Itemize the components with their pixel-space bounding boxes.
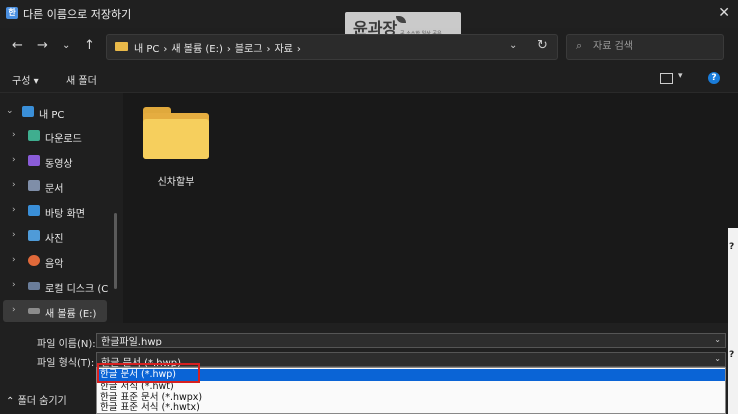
sidebar-item-label: 바탕 화면 bbox=[45, 209, 85, 220]
filename-field[interactable]: ⌄ bbox=[96, 333, 726, 348]
breadcrumb-item[interactable]: 자료 bbox=[274, 44, 292, 55]
sidebar-item-desktop[interactable]: › 바탕 화면 bbox=[0, 200, 116, 222]
view-chevron-down-icon[interactable]: ▾ bbox=[678, 71, 683, 81]
chevron-down-icon[interactable]: ⌄ bbox=[714, 354, 721, 363]
highlight-annotation-box bbox=[97, 363, 200, 383]
recent-chevron-down-icon[interactable]: ⌄ bbox=[62, 40, 70, 51]
chevron-right-icon[interactable]: › bbox=[12, 230, 16, 240]
sidebar-scrollbar[interactable] bbox=[114, 213, 117, 289]
command-toolbar: 구성 ▾ 새 폴더 ▾ ? bbox=[0, 66, 738, 93]
new-folder-button[interactable]: 새 폴더 bbox=[66, 72, 97, 87]
breadcrumb-separator[interactable]: › bbox=[227, 44, 231, 55]
navigation-bar: ← → ⌄ ↑ 내 PC › 새 볼륨 (E:) › 블로그 › 자료 › ⌄ ↻ ⌕ bbox=[0, 30, 738, 62]
organize-button[interactable]: 구성 ▾ bbox=[12, 72, 39, 87]
sidebar-item-this-pc[interactable]: ⌄ 내 PC bbox=[0, 101, 116, 123]
breadcrumb-separator[interactable]: › bbox=[163, 44, 167, 55]
back-arrow-icon[interactable]: ← bbox=[12, 38, 23, 53]
breadcrumb-item[interactable]: 블로그 bbox=[235, 44, 263, 55]
sidebar-item-pictures[interactable]: › 사진 bbox=[0, 225, 116, 247]
sidebar-item-label: 내 PC bbox=[39, 110, 65, 121]
refresh-icon[interactable]: ↻ bbox=[537, 38, 548, 53]
sidebar-item-label: 다운로드 bbox=[45, 134, 82, 145]
sidebar-item-local-disk-c[interactable]: › 로컬 디스크 (C bbox=[0, 275, 116, 297]
forward-arrow-icon[interactable]: → bbox=[37, 38, 48, 53]
leaf-icon bbox=[396, 16, 406, 23]
hide-folders-button[interactable]: ⌃ 폴더 숨기기 bbox=[6, 392, 67, 407]
filetype-label: 파일 형식(T): bbox=[37, 358, 95, 369]
hwp-app-icon: 한 bbox=[6, 7, 18, 19]
sidebar-item-downloads[interactable]: › 다운로드 bbox=[0, 125, 116, 147]
chevron-right-icon[interactable]: › bbox=[12, 255, 16, 265]
sidebar-item-new-volume-e[interactable]: › 새 볼륨 (E:) bbox=[3, 300, 107, 322]
drive-icon bbox=[28, 282, 40, 290]
filename-input[interactable] bbox=[101, 335, 601, 346]
sidebar-item-label: 동영상 bbox=[45, 159, 73, 170]
breadcrumb-item[interactable]: 내 PC bbox=[134, 44, 159, 55]
chevron-right-icon[interactable]: › bbox=[12, 280, 16, 290]
view-mode-icon[interactable] bbox=[660, 73, 673, 84]
hide-folders-label: 폴더 숨기기 bbox=[17, 396, 67, 407]
breadcrumb-item[interactable]: 새 볼륨 (E:) bbox=[171, 44, 222, 55]
search-box[interactable]: ⌕ bbox=[566, 34, 724, 60]
breadcrumb-separator[interactable]: › bbox=[266, 44, 270, 55]
search-input[interactable] bbox=[593, 39, 713, 53]
sidebar-item-label: 새 볼륨 (E:) bbox=[45, 309, 97, 320]
background-glyph: ? bbox=[729, 350, 735, 360]
navigation-pane: ⌄ 내 PC › 다운로드 › 동영상 › 문서 › 바탕 화면 › 사진 › … bbox=[0, 93, 122, 323]
sidebar-item-label: 로컬 디스크 (C bbox=[45, 284, 109, 295]
sidebar-item-label: 음악 bbox=[45, 259, 64, 270]
filetype-option-hwtx[interactable]: 한글 표준 서식 (*.hwtx) bbox=[97, 402, 725, 414]
up-arrow-icon[interactable]: ↑ bbox=[84, 38, 95, 53]
download-icon bbox=[28, 130, 40, 141]
chevron-right-icon[interactable]: › bbox=[12, 305, 16, 315]
address-bar[interactable]: 내 PC › 새 볼륨 (E:) › 블로그 › 자료 › ⌄ ↻ bbox=[106, 34, 558, 60]
breadcrumb: 내 PC › 새 볼륨 (E:) › 블로그 › 자료 › bbox=[134, 40, 305, 55]
search-icon: ⌕ bbox=[576, 39, 583, 52]
video-icon bbox=[28, 155, 40, 166]
picture-icon bbox=[28, 230, 40, 241]
desktop-icon bbox=[28, 205, 40, 216]
sidebar-item-videos[interactable]: › 동영상 bbox=[0, 150, 116, 172]
background-glyph: ? bbox=[729, 242, 735, 252]
folder-icon bbox=[115, 42, 128, 51]
folder-name[interactable]: 신차할부 bbox=[143, 173, 209, 188]
pc-icon bbox=[22, 106, 34, 117]
chevron-down-icon[interactable]: ⌄ bbox=[714, 335, 721, 344]
document-icon bbox=[28, 180, 40, 191]
close-icon[interactable]: ✕ bbox=[718, 5, 730, 21]
chevron-right-icon[interactable]: › bbox=[12, 130, 16, 140]
sidebar-item-music[interactable]: › 음악 bbox=[0, 250, 116, 272]
address-chevron-down-icon[interactable]: ⌄ bbox=[509, 40, 517, 51]
window-title: 다른 이름으로 저장하기 bbox=[23, 8, 132, 21]
drive-icon bbox=[28, 308, 40, 314]
sidebar-item-label: 사진 bbox=[45, 234, 64, 245]
chevron-right-icon[interactable]: › bbox=[12, 205, 16, 215]
chevron-right-icon[interactable]: › bbox=[12, 155, 16, 165]
file-list-area: 신차할부 bbox=[123, 93, 738, 323]
help-icon[interactable]: ? bbox=[708, 72, 720, 84]
sidebar-item-label: 문서 bbox=[45, 184, 64, 195]
chevron-down-icon[interactable]: ⌄ bbox=[6, 106, 14, 116]
filename-label: 파일 이름(N): bbox=[37, 339, 96, 350]
breadcrumb-separator[interactable]: › bbox=[297, 44, 301, 55]
chevron-up-icon: ⌃ bbox=[6, 396, 15, 407]
music-icon bbox=[28, 255, 40, 266]
chevron-right-icon[interactable]: › bbox=[12, 180, 16, 190]
sidebar-item-documents[interactable]: › 문서 bbox=[0, 175, 116, 197]
folder-icon[interactable] bbox=[143, 107, 209, 159]
background-window-edge: ? ? bbox=[728, 228, 738, 414]
